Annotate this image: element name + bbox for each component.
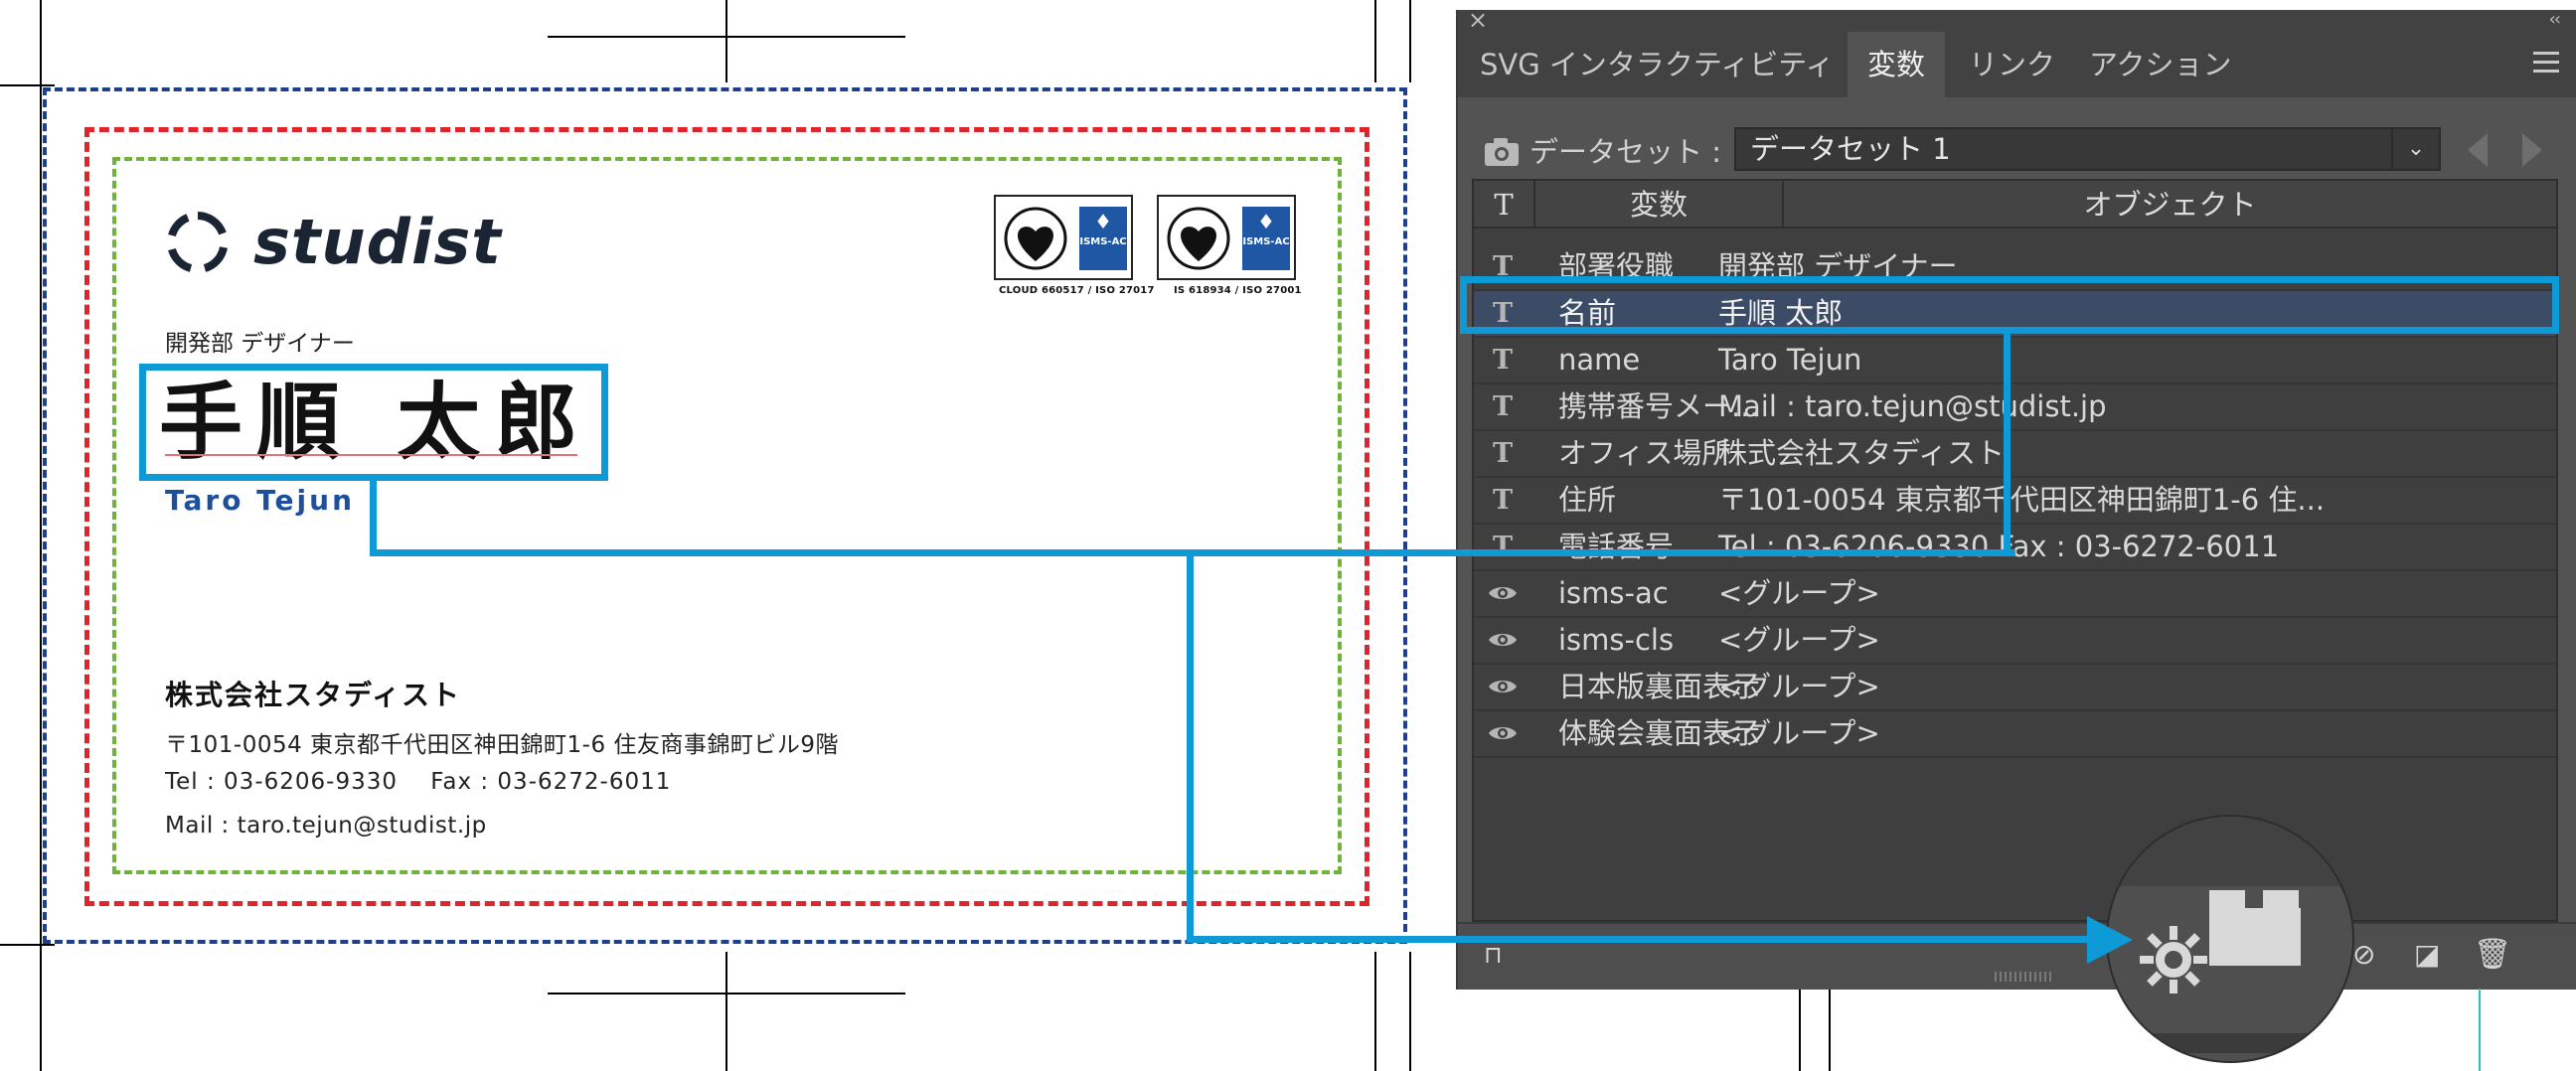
card-name-highlight bbox=[139, 364, 608, 481]
dataset-select[interactable]: データセット 1 ⌄ bbox=[1734, 127, 2441, 171]
card-department: 開発部 デザイナー bbox=[165, 331, 355, 357]
connector-line bbox=[370, 481, 377, 556]
variable-name: isms-cls bbox=[1558, 623, 1675, 657]
certification-caption: IS 618934 / ISO 27001 bbox=[1174, 285, 1302, 296]
previous-dataset-icon[interactable] bbox=[2468, 133, 2488, 167]
object-name: 〒101-0054 東京都千代田区神田錦町1-6 住... bbox=[1718, 483, 2326, 517]
eye-icon[interactable] bbox=[1488, 631, 1518, 649]
lock-icon[interactable]: ⊓ bbox=[1484, 938, 1503, 972]
variable-name: name bbox=[1558, 343, 1641, 377]
isms-logo-icon: ♦ bbox=[1257, 210, 1275, 233]
isms-logo-icon: ♦ bbox=[1094, 210, 1112, 233]
card-mail: Mail : taro.tejun@studist.jp bbox=[165, 813, 487, 839]
text-variable-icon: T bbox=[1492, 485, 1514, 516]
crop-mark bbox=[1374, 952, 1376, 1071]
object-name: <グループ> bbox=[1718, 576, 1880, 610]
camera-icon[interactable] bbox=[1484, 137, 1520, 167]
variable-name: 住所 bbox=[1558, 483, 1617, 517]
connector-line bbox=[1187, 936, 2093, 943]
studist-logo: studist bbox=[253, 206, 502, 278]
new-variable-icon[interactable]: ◪ bbox=[2414, 938, 2440, 972]
panel-title-bar bbox=[1458, 10, 2576, 32]
gear-icon bbox=[2140, 926, 2207, 994]
crop-mark bbox=[725, 952, 727, 1071]
crop-mark bbox=[1409, 0, 1411, 82]
isms-mark: ♦ ISMS-AC bbox=[1079, 207, 1127, 270]
table-row[interactable]: Tname Taro Tejun bbox=[1474, 338, 2556, 384]
text-variable-icon: T bbox=[1492, 345, 1514, 376]
isms-mark: ♦ ISMS-AC bbox=[1242, 207, 1290, 270]
table-row[interactable]: 体験会裏面表示 <グループ> bbox=[1474, 711, 2556, 758]
dataset-label: データセット : bbox=[1530, 135, 1721, 169]
eye-icon[interactable] bbox=[1488, 724, 1518, 742]
crop-mark bbox=[1829, 979, 1831, 1071]
column-header-variable[interactable]: 変数 bbox=[1535, 181, 1784, 229]
delete-icon[interactable]: 🗑 bbox=[2474, 938, 2511, 972]
chevron-down-icon[interactable]: ⌄ bbox=[2391, 129, 2439, 169]
table-row[interactable]: T 電話番号 Tel : 03-6206-9330 Fax : 03-6272-60… bbox=[1474, 525, 2556, 571]
text-variable-icon: T bbox=[1492, 438, 1514, 469]
certification-badge-isms: ♦ ISMS-AC bbox=[1157, 195, 1296, 280]
panel-menu-icon[interactable] bbox=[2533, 52, 2559, 78]
object-name: <グループ> bbox=[1718, 716, 1880, 750]
unbind-icon[interactable]: ⊘ bbox=[2352, 938, 2375, 972]
table-row[interactable]: isms-ac <グループ> bbox=[1474, 571, 2556, 618]
tab-svg-interactivity[interactable]: SVG インタラクティビティ bbox=[1480, 32, 1834, 97]
crop-mark bbox=[725, 0, 727, 82]
crop-mark bbox=[40, 0, 42, 1071]
close-icon[interactable]: × bbox=[1468, 6, 1488, 34]
arrow-head bbox=[2087, 916, 2133, 964]
crop-mark bbox=[1799, 979, 1801, 1071]
table-row[interactable]: isms-cls <グループ> bbox=[1474, 618, 2556, 665]
resize-grip[interactable] bbox=[1995, 972, 2054, 982]
object-name: <グループ> bbox=[1718, 670, 1880, 703]
table-row[interactable]: T 住所 〒101-0054 東京都千代田区神田錦町1-6 住... bbox=[1474, 478, 2556, 525]
tab-variables[interactable]: 変数 bbox=[1848, 32, 1945, 97]
studist-logo-icon bbox=[168, 212, 228, 272]
column-header-object[interactable]: オブジェクト bbox=[1784, 181, 2556, 229]
text-variable-icon: T bbox=[1492, 532, 1514, 562]
certification-caption: CLOUD 660517 / ISO 27017 bbox=[999, 285, 1155, 296]
object-name: Tel : 03-6206-9330 Fax : 03-6272-6011 bbox=[1718, 530, 2280, 563]
eye-icon[interactable] bbox=[1488, 678, 1518, 695]
connector-line bbox=[2004, 334, 2011, 556]
card-tel-fax: Tel : 03-6206-9330 Fax : 03-6272-6011 bbox=[165, 769, 672, 795]
table-row[interactable]: 日本版裏面表示 <グループ> bbox=[1474, 665, 2556, 711]
bsi-heart-icon bbox=[1167, 207, 1230, 270]
object-name: 株式会社スタディスト bbox=[1718, 436, 2005, 470]
eye-icon[interactable] bbox=[1488, 584, 1518, 602]
column-header-type[interactable]: T bbox=[1474, 181, 1535, 229]
table-row[interactable]: T オフィス場所 株式会社スタディスト bbox=[1474, 431, 2556, 478]
variables-panel: × ‹‹ SVG インタラクティビティ 変数 リンク アクション データセット … bbox=[1456, 6, 2576, 990]
tab-actions[interactable]: アクション bbox=[2089, 32, 2232, 97]
variable-name: 電話番号 bbox=[1558, 530, 1675, 563]
certification-badge-cloud: ♦ ISMS-AC bbox=[994, 195, 1133, 280]
crop-mark bbox=[1374, 0, 1376, 82]
text-variable-icon: T bbox=[1492, 391, 1514, 422]
table-row[interactable]: T 携帯番号メー... Mail : taro.tejun@studist.jp bbox=[1474, 384, 2556, 431]
dataset-value: データセット 1 bbox=[1750, 132, 1951, 166]
connector-line bbox=[1187, 552, 1194, 943]
card-company: 株式会社スタディスト bbox=[165, 679, 462, 711]
crop-mark bbox=[0, 84, 55, 86]
object-name: Mail : taro.tejun@studist.jp bbox=[1718, 389, 2107, 423]
card-address: 〒101-0054 東京都千代田区神田錦町1-6 住友商事錦町ビル9階 bbox=[165, 732, 840, 758]
object-name: Taro Tejun bbox=[1718, 343, 1862, 377]
tab-links[interactable]: リンク bbox=[1969, 32, 2055, 97]
guide-line bbox=[2479, 989, 2481, 1071]
next-dataset-icon[interactable] bbox=[2522, 133, 2542, 167]
zoom-magnifier bbox=[2108, 817, 2352, 1061]
collapse-icon[interactable]: ‹‹ bbox=[2549, 8, 2561, 32]
bind-object-icon bbox=[2209, 890, 2301, 966]
variable-name: isms-ac bbox=[1558, 576, 1669, 610]
bsi-heart-icon bbox=[1004, 207, 1067, 270]
crop-mark bbox=[0, 944, 55, 946]
crop-mark bbox=[1409, 952, 1411, 1071]
card-name-en: Taro Tejun bbox=[165, 484, 356, 517]
selected-row-highlight bbox=[1460, 276, 2559, 334]
object-name: <グループ> bbox=[1718, 623, 1880, 657]
variable-name: オフィス場所 bbox=[1558, 436, 1731, 470]
